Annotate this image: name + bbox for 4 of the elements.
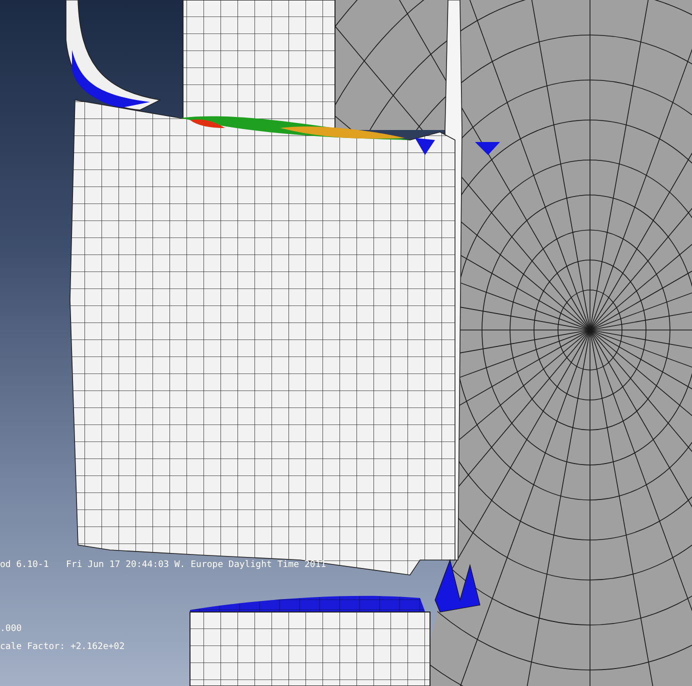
scale-factor-text: cale Factor: +2.162e+02 xyxy=(0,642,125,653)
step-value-text: .000 xyxy=(0,624,22,635)
version-text: od 6.10-1 xyxy=(0,560,49,571)
timestamp-text: Fri Jun 17 20:44:03 W. Europe Daylight Time 2011 xyxy=(66,560,326,571)
